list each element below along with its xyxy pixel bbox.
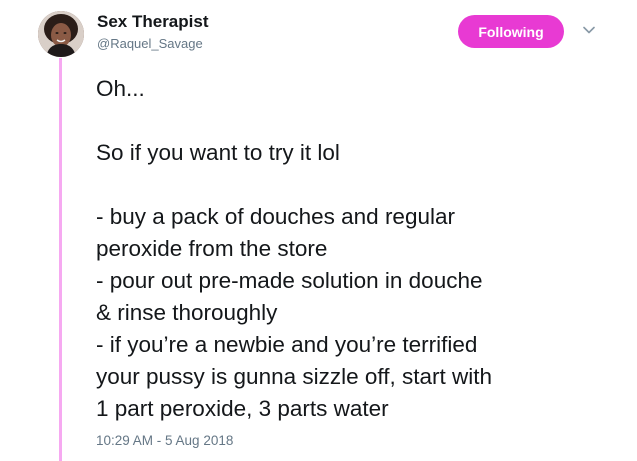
tweet-line-break [96,169,616,201]
following-button[interactable]: Following [458,15,564,48]
tweet-line: 1 part peroxide, 3 parts water [96,396,389,421]
tweet-line: - buy a pack of douches and regular [96,204,455,229]
author-display-name[interactable]: Sex Therapist [97,12,209,32]
thread-connector-line [59,58,62,461]
tweet-line-break [96,105,616,137]
tweet-line: Oh... [96,76,145,101]
tweet-line: So if you want to try it lol [96,140,340,165]
author-handle[interactable]: @Raquel_Savage [97,36,203,51]
tweet-text: Oh... So if you want to try it lol - buy… [96,73,616,425]
tweet-timestamp[interactable]: 10:29 AM - 5 Aug 2018 [96,433,233,448]
tweet-line: & rinse thoroughly [96,300,278,325]
tweet-line: peroxide from the store [96,236,328,261]
tweet-line: your pussy is gunna sizzle off, start wi… [96,364,493,389]
profile-photo-image [38,11,84,57]
tweet-line: - if you’re a newbie and you’re terrifie… [96,332,478,357]
chevron-down-icon[interactable] [581,22,597,38]
tweet-line: - pour out pre-made solution in douche [96,268,483,293]
avatar[interactable] [38,11,84,57]
